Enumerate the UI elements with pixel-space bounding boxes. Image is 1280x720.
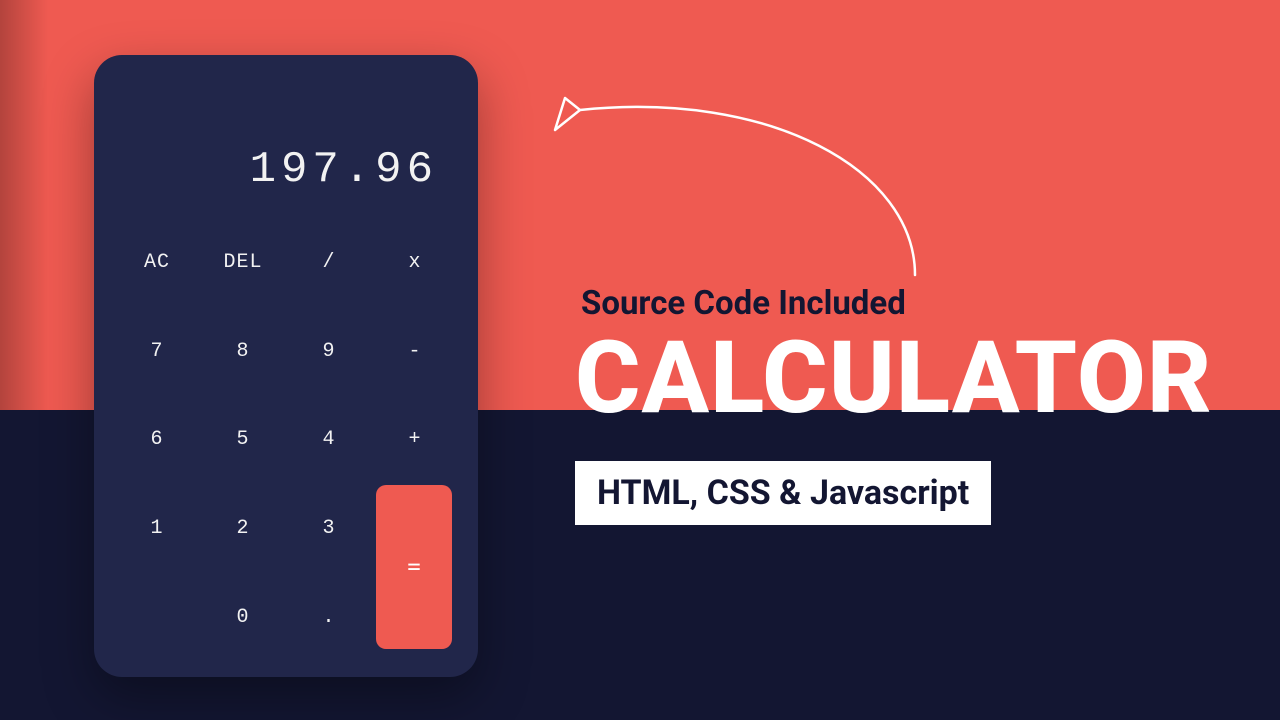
calculator-display: 197.96	[116, 83, 456, 225]
three-button[interactable]: 3	[288, 491, 370, 566]
promo-text: Source Code Included CALCULATOR HTML, CS…	[575, 284, 1213, 525]
ac-button[interactable]: AC	[116, 225, 198, 300]
promo-title: CALCULATOR	[575, 329, 1213, 429]
dot-button[interactable]: .	[288, 580, 370, 655]
two-button[interactable]: 2	[202, 491, 284, 566]
seven-button[interactable]: 7	[116, 314, 198, 389]
nine-button[interactable]: 9	[288, 314, 370, 389]
one-button[interactable]: 1	[116, 491, 198, 566]
calculator-keypad: AC DEL / x 7 8 9 - 6 5 4 + 1 2 3 0 . =	[116, 225, 456, 655]
five-button[interactable]: 5	[202, 403, 284, 478]
multiply-button[interactable]: x	[374, 225, 456, 300]
promo-subtitle: Source Code Included	[581, 284, 1213, 323]
minus-button[interactable]: -	[374, 314, 456, 389]
eight-button[interactable]: 8	[202, 314, 284, 389]
zero-button[interactable]: 0	[202, 580, 284, 655]
six-button[interactable]: 6	[116, 403, 198, 478]
equals-button[interactable]: =	[376, 485, 452, 649]
divide-button[interactable]: /	[288, 225, 370, 300]
four-button[interactable]: 4	[288, 403, 370, 478]
plus-button[interactable]: +	[374, 403, 456, 478]
calculator-panel: 197.96 AC DEL / x 7 8 9 - 6 5 4 + 1 2 3 …	[94, 55, 478, 677]
del-button[interactable]: DEL	[202, 225, 284, 300]
promo-badge: HTML, CSS & Javascript	[575, 461, 991, 525]
